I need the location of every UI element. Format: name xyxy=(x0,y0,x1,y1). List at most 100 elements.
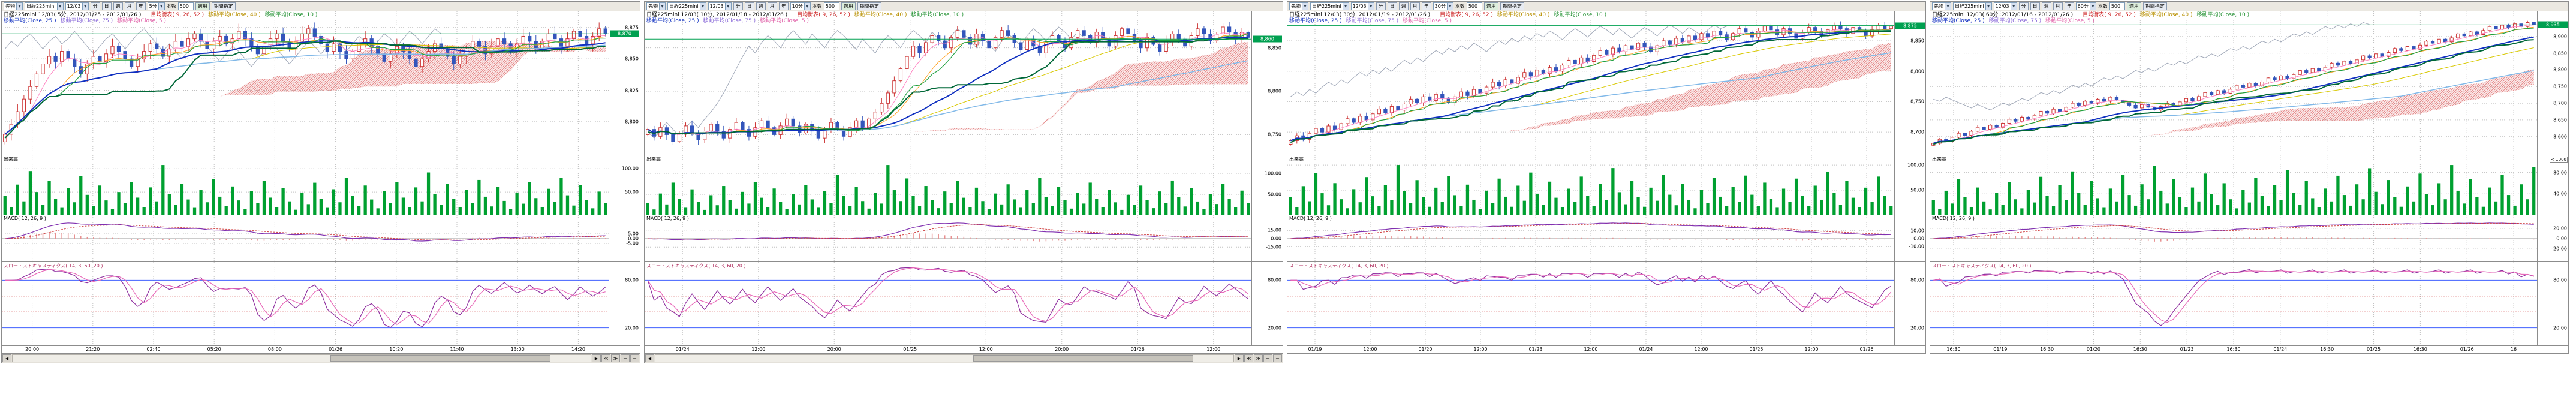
interval-select[interactable]: 10分▼ xyxy=(790,2,811,10)
macd-chart-canvas[interactable] xyxy=(1287,215,1894,262)
time-label: 12:00 xyxy=(979,347,993,352)
apply-button[interactable]: 適用 xyxy=(195,2,210,10)
time-label: 01/25 xyxy=(1749,347,1763,352)
period-button-4[interactable]: 年 xyxy=(779,2,789,10)
period-range-button[interactable]: 期間指定 xyxy=(212,2,236,10)
interval-select[interactable]: 5分▼ xyxy=(148,2,165,10)
stochastics-chart-canvas[interactable] xyxy=(1287,262,1894,346)
volume-chart-canvas[interactable] xyxy=(645,155,1251,215)
volume-chart-canvas[interactable] xyxy=(1287,155,1894,215)
price-chart-canvas[interactable] xyxy=(1930,11,2537,155)
period-button-0[interactable]: 分 xyxy=(1376,2,1386,10)
last-price-tag: 8,860 xyxy=(1253,36,1282,43)
instrument-select[interactable]: 日経225mini▼ xyxy=(1953,2,1992,10)
time-label: 01/26 xyxy=(1859,347,1873,352)
interval-select[interactable]: 30分▼ xyxy=(1433,2,1453,10)
contract-month-select[interactable]: 12/03▼ xyxy=(708,2,732,10)
price-chart-canvas[interactable] xyxy=(645,11,1251,155)
bars-count-input[interactable] xyxy=(824,2,839,10)
scroll-right-arrow-icon[interactable]: ▶ xyxy=(592,354,601,362)
period-button-2[interactable]: 週 xyxy=(2042,2,2051,10)
scroll-thumb[interactable] xyxy=(973,355,1193,362)
time-label: 01/19 xyxy=(1993,347,2007,352)
indicator-label: 移動平均(Close, 75 ) xyxy=(1346,18,1399,24)
stochastics-chart-canvas[interactable] xyxy=(1930,262,2537,346)
scroll-tool-button-3[interactable]: － xyxy=(630,354,639,362)
period-button-1[interactable]: 日 xyxy=(102,2,112,10)
scroll-left-arrow-icon[interactable]: ◀ xyxy=(645,354,654,362)
period-button-4[interactable]: 年 xyxy=(2065,2,2074,10)
contract-month-select[interactable]: 12/03▼ xyxy=(65,2,89,10)
scroll-tool-button-2[interactable]: ＋ xyxy=(1263,354,1272,362)
period-button-3[interactable]: 月 xyxy=(2053,2,2063,10)
chevron-down-icon: ▼ xyxy=(158,3,164,10)
interval-select[interactable]: 60分▼ xyxy=(2076,2,2096,10)
time-label: 01/20 xyxy=(1418,347,1432,352)
indicator-label: 移動平均(Close, 10 ) xyxy=(265,12,318,18)
scroll-tool-button-1[interactable]: ≫ xyxy=(611,354,620,362)
price-tick-label: 8,750 xyxy=(1268,132,1281,137)
period-button-1[interactable]: 日 xyxy=(2030,2,2040,10)
scroll-tool-button-0[interactable]: ≪ xyxy=(1244,354,1253,362)
period-button-2[interactable]: 週 xyxy=(756,2,766,10)
stochastics-chart-canvas[interactable] xyxy=(2,262,609,346)
contract-month-select[interactable]: 12/03▼ xyxy=(1994,2,2017,10)
time-axis: 16:3001/1916:3001/2016:3001/2316:3001/24… xyxy=(1930,346,2568,354)
volume-chart-canvas[interactable] xyxy=(1930,155,2537,215)
apply-button[interactable]: 適用 xyxy=(841,2,856,10)
scroll-track[interactable] xyxy=(655,354,1234,362)
period-button-1[interactable]: 日 xyxy=(745,2,754,10)
period-button-0[interactable]: 分 xyxy=(733,2,743,10)
market-select[interactable]: 先物▼ xyxy=(646,2,666,10)
volume-tick-label: 50.00 xyxy=(1268,192,1281,197)
market-select[interactable]: 先物▼ xyxy=(1289,2,1308,10)
market-select-label: 先物 xyxy=(648,3,658,10)
bars-count-input[interactable] xyxy=(1467,2,1482,10)
apply-button[interactable]: 適用 xyxy=(2127,2,2141,10)
scroll-tool-button-3[interactable]: － xyxy=(1273,354,1282,362)
bars-count-input[interactable] xyxy=(178,2,194,10)
scroll-thumb[interactable] xyxy=(330,355,550,362)
period-button-3[interactable]: 月 xyxy=(1410,2,1420,10)
price-tick-label: 8,800 xyxy=(2553,67,2567,73)
market-select[interactable]: 先物▼ xyxy=(4,2,23,10)
period-button-2[interactable]: 週 xyxy=(1399,2,1409,10)
period-button-4[interactable]: 年 xyxy=(1422,2,1431,10)
scroll-right-arrow-icon[interactable]: ▶ xyxy=(1235,354,1244,362)
period-button-0[interactable]: 分 xyxy=(2019,2,2029,10)
macd-chart-canvas[interactable] xyxy=(645,215,1251,262)
stochastics-chart-canvas[interactable] xyxy=(645,262,1251,346)
market-select[interactable]: 先物▼ xyxy=(1932,2,1951,10)
scroll-left-arrow-icon[interactable]: ◀ xyxy=(2,354,11,362)
period-range-button[interactable]: 期間指定 xyxy=(1500,2,1524,10)
period-range-button[interactable]: 期間指定 xyxy=(857,2,881,10)
h-scrollbar[interactable]: ◀ ▶≪≫＋－ xyxy=(2,354,640,363)
volume-chart-canvas[interactable] xyxy=(2,155,609,215)
h-scrollbar[interactable]: ◀ ▶≪≫＋－ xyxy=(645,354,1283,363)
period-button-2[interactable]: 週 xyxy=(113,2,123,10)
indicator-label: 日経225mini 12/03( 5分, 2012/01/25 - 2012/0… xyxy=(4,12,141,18)
scroll-tool-button-1[interactable]: ≫ xyxy=(1254,354,1263,362)
apply-button[interactable]: 適用 xyxy=(1484,2,1498,10)
macd-chart-canvas[interactable] xyxy=(2,215,609,262)
instrument-select[interactable]: 日経225mini▼ xyxy=(1310,2,1349,10)
period-button-3[interactable]: 月 xyxy=(768,2,777,10)
period-button-1[interactable]: 日 xyxy=(1388,2,1397,10)
contract-month-select[interactable]: 12/03▼ xyxy=(1351,2,1374,10)
price-chart-canvas[interactable] xyxy=(2,11,609,155)
period-range-button[interactable]: 期間指定 xyxy=(2143,2,2167,10)
bars-count-input[interactable] xyxy=(2109,2,2125,10)
instrument-select[interactable]: 日経225mini▼ xyxy=(667,2,706,10)
interval-select-label: 10分 xyxy=(792,3,803,10)
period-button-4[interactable]: 年 xyxy=(136,2,146,10)
volume-axis: 80.0040.00< 1000 xyxy=(2537,155,2568,215)
instrument-select[interactable]: 日経225mini▼ xyxy=(25,2,64,10)
scroll-track[interactable] xyxy=(12,354,591,362)
scroll-tool-button-2[interactable]: ＋ xyxy=(621,354,630,362)
price-chart-canvas[interactable] xyxy=(1287,11,1894,155)
period-button-3[interactable]: 月 xyxy=(125,2,134,10)
macd-chart-canvas[interactable] xyxy=(1930,215,2537,262)
scroll-tool-button-0[interactable]: ≪ xyxy=(601,354,610,362)
indicator-label: 一目均衡表( 9, 26, 52 ) xyxy=(2077,12,2136,18)
period-button-0[interactable]: 分 xyxy=(91,2,100,10)
